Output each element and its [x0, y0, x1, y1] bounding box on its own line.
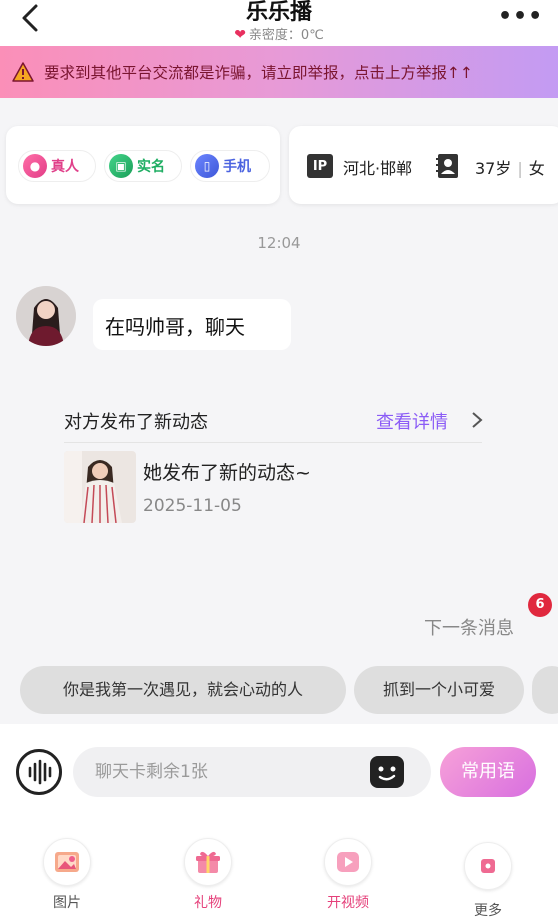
gift-icon	[184, 838, 232, 886]
page-title: 乐乐播	[245, 0, 312, 25]
quick-phrase-chip[interactable]	[532, 666, 558, 714]
real-person-label: 真人	[51, 159, 79, 175]
fraud-warning-banner[interactable]: 要求到其他平台交流都是诈骗，请立即举报，点击上方举报↑↑	[0, 46, 558, 98]
profile-info-card: IP 河北·邯郸 37岁 | 女	[289, 126, 558, 204]
warning-text: 要求到其他平台交流都是诈骗，请立即举报，点击上方举报↑↑	[44, 64, 473, 82]
verification-card: ● 真人 ▣ 实名 ▯ 手机	[6, 126, 280, 204]
voice-wave-icon	[28, 759, 52, 785]
video-tool-label: 开视频	[327, 895, 369, 911]
more-tool-label: 更多	[474, 903, 502, 919]
age-value: 37岁	[475, 159, 512, 178]
real-person-badge[interactable]: ● 真人	[18, 150, 96, 182]
image-tool-label: 图片	[53, 895, 81, 911]
age-gender: 37岁 | 女	[475, 159, 545, 178]
more-apps-icon	[464, 842, 512, 890]
dynamic-date: 2025-11-05	[143, 496, 242, 516]
divider	[64, 442, 482, 443]
avatar[interactable]	[16, 286, 76, 346]
phone-label: 手机	[223, 159, 251, 175]
message-timestamp: 12:04	[257, 234, 301, 252]
intimacy-indicator: ❤ 亲密度：0℃	[0, 24, 558, 43]
unread-count-badge: 6	[528, 593, 552, 617]
dynamic-thumbnail[interactable]	[64, 451, 136, 523]
image-icon	[43, 838, 91, 886]
phone-icon: ▯	[195, 154, 219, 178]
dynamic-notice-title: 对方发布了新动态	[64, 412, 208, 433]
ip-location: 河北·邯郸	[343, 159, 413, 178]
phone-badge[interactable]: ▯ 手机	[190, 150, 270, 182]
real-name-badge[interactable]: ▣ 实名	[104, 150, 182, 182]
real-name-label: 实名	[137, 159, 165, 175]
intimacy-text: 亲密度：0℃	[248, 28, 324, 43]
video-call-tool-button[interactable]: 开视频	[313, 838, 383, 912]
quick-phrase-chip[interactable]: 你是我第一次遇见，就会心动的人	[20, 666, 346, 714]
heart-pulse-icon: ❤	[234, 27, 246, 43]
emoji-face-icon[interactable]	[368, 754, 406, 790]
message-text: 在吗帅哥，聊天	[105, 315, 245, 339]
more-options-icon[interactable]: •••	[498, 4, 542, 29]
next-message-button[interactable]: 下一条消息	[424, 614, 514, 640]
more-tool-button[interactable]: 更多	[453, 842, 523, 920]
id-badge-icon	[436, 152, 460, 180]
person-icon: ●	[23, 154, 47, 178]
ip-icon: IP	[307, 154, 333, 178]
quick-phrase-chip[interactable]: 抓到一个小可爱	[354, 666, 524, 714]
video-play-icon	[324, 838, 372, 886]
view-details-link[interactable]: 查看详情	[376, 408, 448, 434]
gift-tool-button[interactable]: 礼物	[173, 838, 243, 912]
common-phrases-button[interactable]: 常用语	[440, 747, 536, 797]
gift-tool-label: 礼物	[194, 895, 222, 911]
id-card-icon: ▣	[109, 154, 133, 178]
warning-icon	[12, 62, 34, 82]
gender-value: 女	[528, 159, 545, 178]
dynamic-text: 她发布了新的动态~	[143, 462, 311, 484]
image-tool-button[interactable]: 图片	[32, 838, 102, 912]
chevron-right-icon[interactable]	[470, 410, 484, 435]
voice-input-button[interactable]	[16, 749, 62, 795]
